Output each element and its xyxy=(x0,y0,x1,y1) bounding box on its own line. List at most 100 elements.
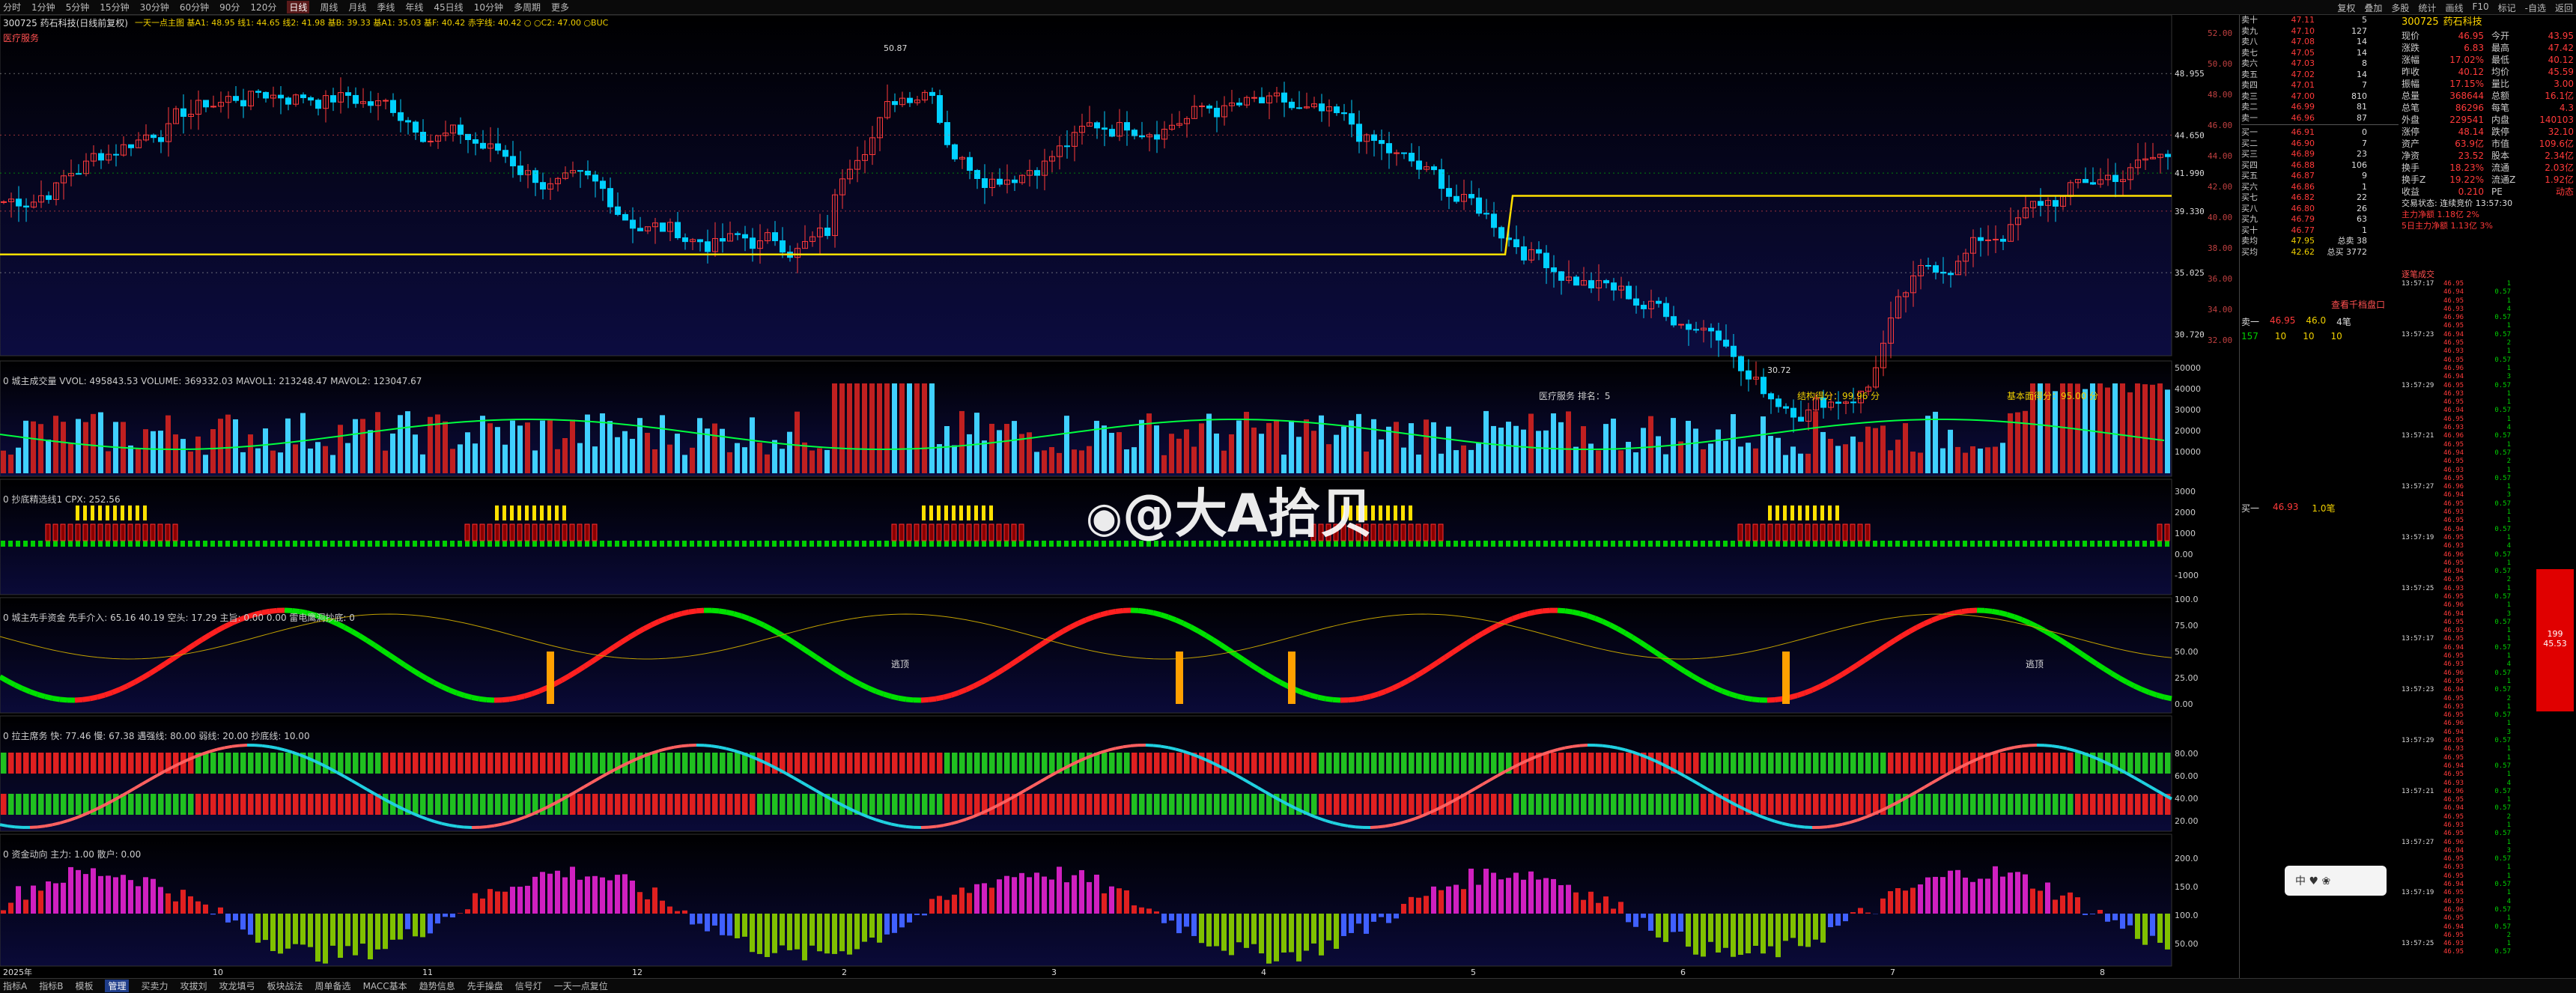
toolbar-item-4[interactable]: 画线 xyxy=(2445,1,2463,14)
quote-row-11: 换手 18.23% 流通 2.03亿 xyxy=(2402,163,2574,173)
toolbar-item-3[interactable]: 统计 xyxy=(2418,1,2436,14)
timeframe-10[interactable]: 月线 xyxy=(348,1,366,13)
timeframe-12[interactable]: 年线 xyxy=(405,1,423,13)
sell-level-7[interactable]: 卖三 47.00 810 xyxy=(2241,91,2399,103)
buy-level-5[interactable]: 买六 46.86 1 xyxy=(2241,182,2399,193)
candle-body xyxy=(630,219,636,229)
flow-bar xyxy=(1124,890,1129,914)
cpx-red-bar xyxy=(494,523,500,541)
kd-bar-top xyxy=(652,753,658,774)
indicator-tab-1[interactable]: 指标B xyxy=(39,980,63,992)
sell-level-9[interactable]: 卖一 46.96 87 xyxy=(2241,113,2399,124)
volume-bar xyxy=(1835,446,1841,473)
buy-level-2[interactable]: 买三 46.89 23 xyxy=(2241,149,2399,160)
toolbar-item-5[interactable]: F10 xyxy=(2472,1,2488,14)
float-widget[interactable]: 中 ♥ ❀ xyxy=(2285,866,2387,896)
flow-bar xyxy=(2127,914,2133,926)
timeframe-9[interactable]: 周线 xyxy=(320,1,338,13)
toolbar-item-0[interactable]: 复权 xyxy=(2337,1,2355,14)
timeframe-13[interactable]: 45日线 xyxy=(434,1,463,13)
sell-level-2[interactable]: 卖八 47.08 14 xyxy=(2241,37,2399,48)
indicator-tab-5[interactable]: 攻拔刘 xyxy=(180,980,207,992)
buy-level-9[interactable]: 买十 46.77 1 xyxy=(2241,225,2399,237)
cpx-bar xyxy=(255,541,260,547)
cpx-bar xyxy=(1386,541,1391,547)
indicator-tab-9[interactable]: MACC基本 xyxy=(363,980,407,992)
toolbar-item-2[interactable]: 多股 xyxy=(2391,1,2409,14)
timeframe-3[interactable]: 15分钟 xyxy=(100,1,129,13)
sell-level-5[interactable]: 卖五 47.02 14 xyxy=(2241,70,2399,81)
volume-bar xyxy=(450,449,455,473)
indicator-tab-6[interactable]: 攻龙填弓 xyxy=(219,980,255,992)
sell-level-3[interactable]: 卖七 47.05 14 xyxy=(2241,48,2399,59)
flow-bar xyxy=(1978,878,1983,914)
timeframe-14[interactable]: 10分钟 xyxy=(474,1,503,13)
avg-row-0[interactable]: 卖均 47.95 总卖 38 xyxy=(2241,236,2399,247)
indicator-tab-13[interactable]: 一天一点复位 xyxy=(554,980,608,992)
volume-bar xyxy=(1948,429,1953,473)
toolbar-item-6[interactable]: 标记 xyxy=(2498,1,2516,14)
cpx-bar xyxy=(46,541,50,547)
candle-body xyxy=(1835,401,1841,404)
depth-link[interactable]: 查看千档盘口 xyxy=(2241,298,2399,311)
indicator-tab-10[interactable]: 趋势信息 xyxy=(419,980,455,992)
cpx-yellow-bar xyxy=(1828,505,1832,520)
chart-area[interactable]: 48.955 44.650 41.990 39.330 35.025 30.720 52.0… xyxy=(0,14,2239,978)
indicator-tab-7[interactable]: 板块战法 xyxy=(267,980,303,992)
timeframe-6[interactable]: 90分 xyxy=(219,1,240,13)
timeframe-4[interactable]: 30分钟 xyxy=(140,1,169,13)
avg-row-1[interactable]: 买均 42.62 总买 3772 xyxy=(2241,247,2399,258)
timeframe-7[interactable]: 120分 xyxy=(250,1,276,13)
tick-row: 46.95 0.57 xyxy=(2443,356,2511,364)
sell-level-1[interactable]: 卖九 47.10 127 xyxy=(2241,26,2399,37)
cpx-bar xyxy=(1431,541,1436,547)
kd-bar-top xyxy=(1364,753,1370,774)
indicator-tab-3[interactable]: 管理 xyxy=(105,980,130,992)
flow-bar xyxy=(1805,914,1811,947)
toolbar-item-7[interactable]: -自选 xyxy=(2525,1,2546,14)
tick-list[interactable]: 逐笔成交 13:57:17 46.95 1 46.94 0.57 46.95 1 46.93 4… xyxy=(2402,270,2575,974)
kd-wave-seg xyxy=(905,825,914,829)
indicator-tab-0[interactable]: 指标A xyxy=(3,980,27,992)
timeframe-1[interactable]: 1分钟 xyxy=(31,1,55,13)
cpx-bar xyxy=(585,541,589,547)
buy-level-7[interactable]: 买八 46.80 26 xyxy=(2241,204,2399,215)
toolbar-item-8[interactable]: 返回 xyxy=(2555,1,2573,14)
volume-bar xyxy=(570,419,575,473)
buy-level-6[interactable]: 买七 46.82 22 xyxy=(2241,192,2399,204)
cpx-bar xyxy=(682,541,687,547)
timeframe-2[interactable]: 5分钟 xyxy=(66,1,90,13)
timeframe-15[interactable]: 多周期 xyxy=(514,1,541,13)
volume-bar xyxy=(1244,411,1249,473)
cpx-bar xyxy=(1424,541,1428,547)
timeframe-5[interactable]: 60分钟 xyxy=(180,1,209,13)
capital-wave-seg xyxy=(0,674,9,684)
candle-body xyxy=(622,213,628,221)
toolbar-item-1[interactable]: 叠加 xyxy=(2364,1,2382,14)
sell-level-4[interactable]: 卖六 47.03 8 xyxy=(2241,58,2399,70)
sell-level-8[interactable]: 卖二 46.99 81 xyxy=(2241,102,2399,113)
cpx-bar xyxy=(959,541,964,547)
indicator-tab-4[interactable]: 买卖力 xyxy=(141,980,168,992)
buy-level-8[interactable]: 买九 46.79 63 xyxy=(2241,214,2399,225)
cpx-yellow-bar xyxy=(525,505,529,520)
kd-bar-top xyxy=(2127,753,2133,774)
buy-level-0[interactable]: 买一 46.91 0 xyxy=(2241,127,2399,139)
flow-bar xyxy=(2038,890,2043,914)
sell-level-0[interactable]: 卖十 47.11 5 xyxy=(2241,15,2399,26)
indicator-tab-8[interactable]: 周单备选 xyxy=(315,980,351,992)
volume-bar xyxy=(1483,410,1489,473)
sell-level-6[interactable]: 卖四 47.01 7 xyxy=(2241,80,2399,91)
buy-level-1[interactable]: 买二 46.90 7 xyxy=(2241,139,2399,150)
timeframe-16[interactable]: 更多 xyxy=(551,1,569,13)
cpx-bar xyxy=(2150,541,2154,547)
candle-body xyxy=(952,144,958,160)
buy-level-3[interactable]: 买四 46.88 106 xyxy=(2241,160,2399,171)
indicator-tab-12[interactable]: 信号灯 xyxy=(515,980,542,992)
indicator-tab-2[interactable]: 模板 xyxy=(75,980,93,992)
indicator-tab-11[interactable]: 先手操盘 xyxy=(467,980,503,992)
timeframe-0[interactable]: 分时 xyxy=(3,1,21,13)
timeframe-11[interactable]: 季线 xyxy=(377,1,395,13)
timeframe-8[interactable]: 日线 xyxy=(287,1,310,13)
buy-level-4[interactable]: 买五 46.87 9 xyxy=(2241,171,2399,182)
